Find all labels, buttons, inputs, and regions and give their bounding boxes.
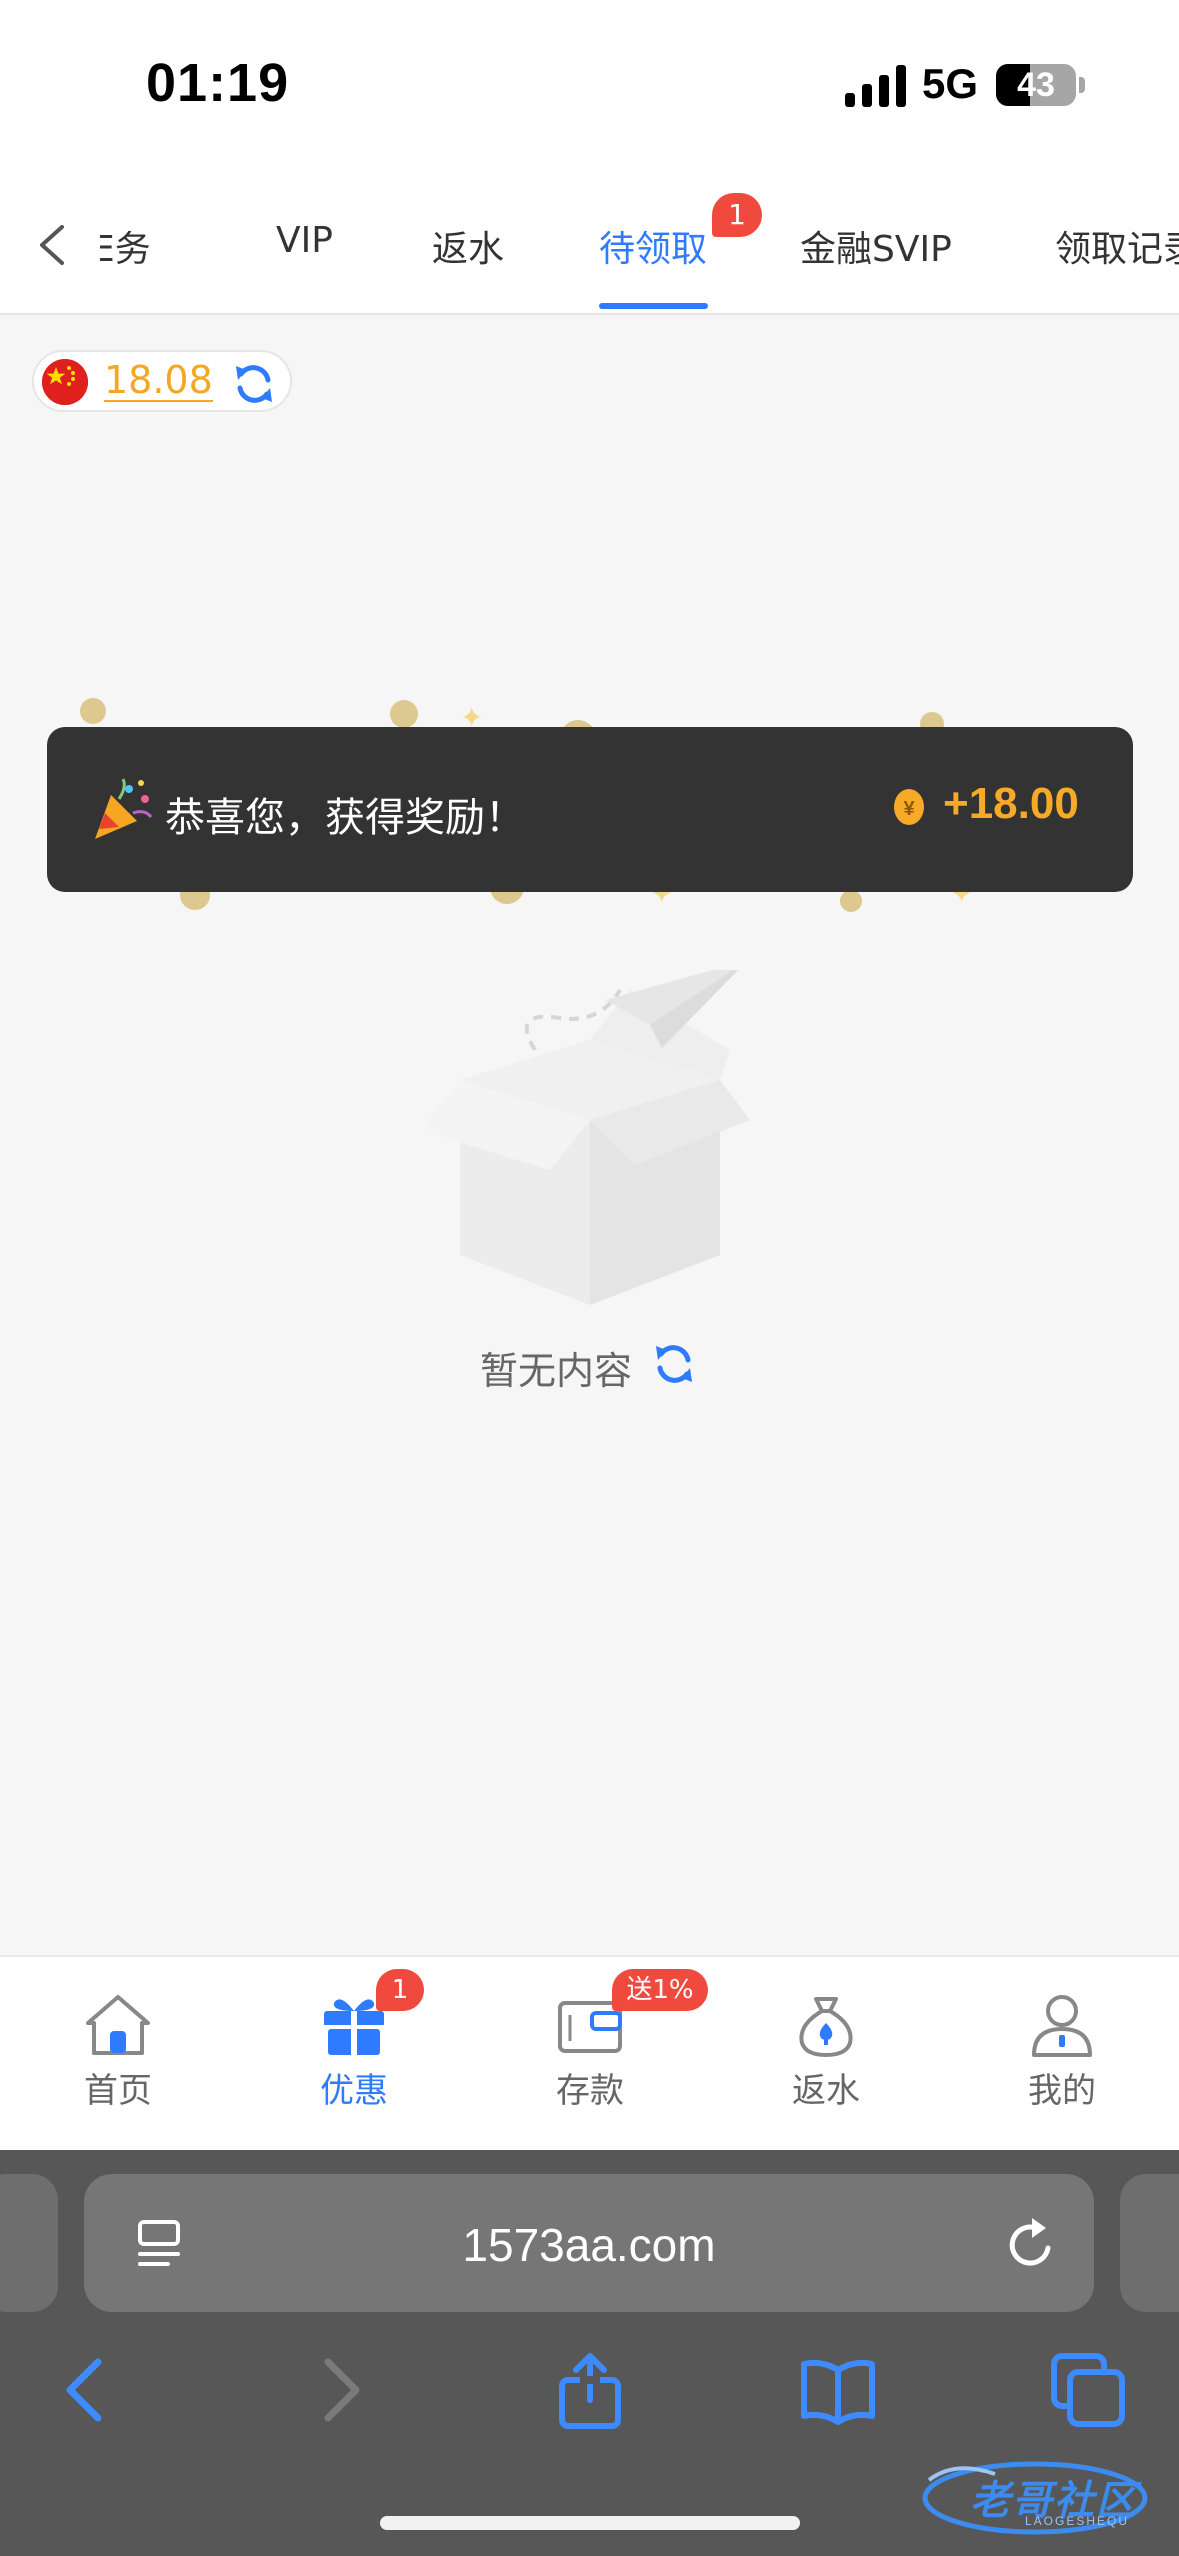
tab-scroller[interactable]: E务 VIP 返水 待领取 金融SVIP 领取记录 [100,175,1179,313]
refresh-icon[interactable] [650,1340,698,1388]
empty-state-text: 暂无内容 [480,1349,633,1393]
nav-deposit[interactable]: 存款 送1% [472,1957,708,2152]
address-bar[interactable]: 1573aa.com [84,2174,1094,2312]
reward-amount: +18.00 [943,779,1079,828]
browser-back-icon[interactable] [46,2350,126,2430]
previous-tab-preview[interactable] [0,2174,58,2312]
nav-label: 存款 [556,2071,624,2111]
home-indicator[interactable] [380,2516,800,2530]
nav-label: 我的 [1028,2071,1096,2111]
tabs-icon[interactable] [1048,2350,1128,2430]
reward-message: 恭喜您，获得奖励！ [165,795,525,841]
tab-vip[interactable]: VIP [276,220,333,261]
nav-promotions[interactable]: 优惠 1 [236,1957,472,2152]
tab-finance-svip[interactable]: 金融SVIP [800,220,952,272]
reward-toast: ✦ ✦ ✦ 恭喜您，获得奖励！ ¥ +18.00 [40,690,1150,930]
china-flag-icon [42,359,88,405]
nav-profile[interactable]: 我的 [944,1957,1179,2152]
sparkle [840,890,862,912]
reward-bar: 恭喜您，获得奖励！ ¥ +18.00 [47,727,1133,892]
tab-rebate[interactable]: 返水 [432,220,504,272]
battery-level: 43 [1017,66,1055,104]
tab-claim-records[interactable]: 领取记录 [1055,220,1179,272]
svg-text:¥: ¥ [903,798,915,820]
nav-label: 优惠 [320,2071,388,2111]
balance-amount: 18.08 [104,358,213,402]
status-bar: 01:19 5G 43 [0,0,1179,175]
bookmarks-icon[interactable] [798,2350,878,2430]
balance-pill[interactable]: 18.08 [32,350,292,412]
browser-forward-icon[interactable] [300,2350,380,2430]
signal-icon [845,65,906,107]
refresh-icon[interactable] [230,360,278,408]
reload-icon[interactable] [1004,2214,1060,2274]
coin-icon: ¥ [894,789,924,825]
nav-rebate[interactable]: 返水 [708,1957,944,2152]
url-text: 1573aa.com [462,2219,716,2271]
party-popper-icon [95,778,153,839]
nav-label: 返水 [792,2071,860,2111]
tab-header: E务 VIP 返水 待领取 金融SVIP 领取记录 1 [0,175,1179,315]
active-tab-indicator [599,303,708,309]
tab-badge: 1 [712,193,762,237]
bottom-nav: 首页 优惠 1 存款 送1% 返水 我的 [0,1955,1179,2150]
nav-badge: 送1% [612,1969,708,2011]
next-tab-preview[interactable] [1120,2174,1179,2312]
tab-tasks[interactable]: E务 [100,220,151,272]
share-icon[interactable] [550,2350,630,2430]
nav-label: 首页 [84,2071,152,2111]
nav-home[interactable]: 首页 [0,1957,236,2152]
user-icon [1032,1995,1092,2057]
tab-pending-claim[interactable]: 待领取 [599,220,707,272]
home-icon [86,1995,150,2055]
watermark-logo: 老哥社区 LAOGESHEQU [915,2450,1165,2540]
nav-badge: 1 [376,1969,424,2011]
network-label: 5G [922,60,979,107]
battery-icon: 43 [996,64,1076,106]
sparkle [390,700,418,728]
empty-box-icon [430,970,750,1305]
back-chevron-icon[interactable] [32,215,72,275]
battery-nub [1079,77,1085,93]
sparkle [80,698,106,724]
money-bag-icon [799,1997,853,2058]
status-time: 01:19 [146,53,290,113]
watermark-subtext: LAOGESHEQU [1025,2514,1130,2528]
